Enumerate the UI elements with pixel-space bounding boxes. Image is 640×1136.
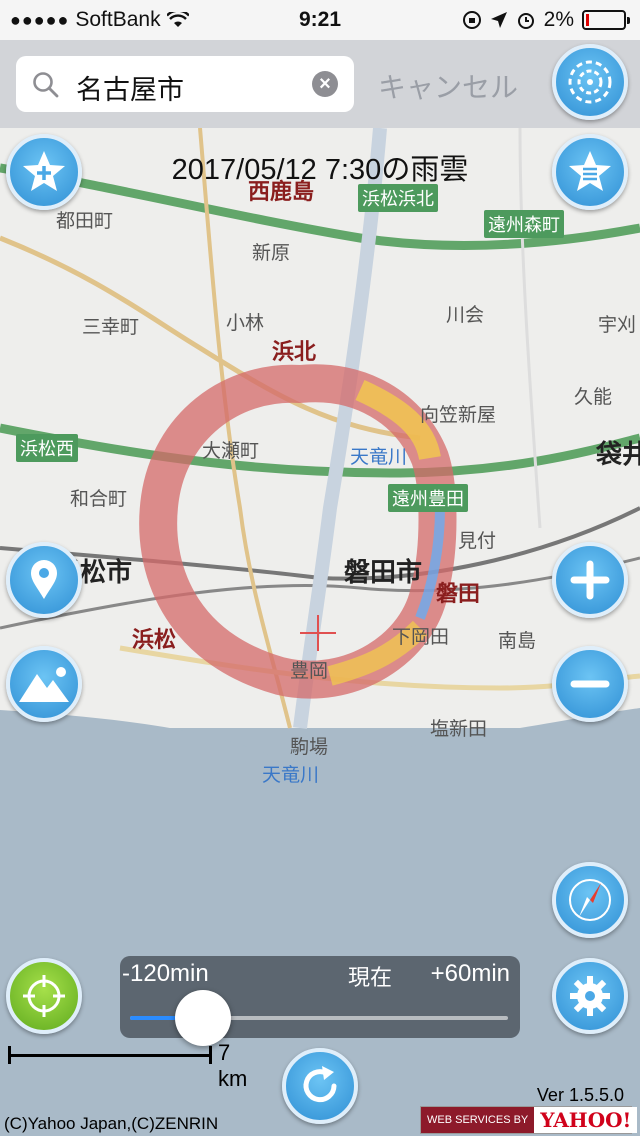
plus-icon <box>570 560 610 600</box>
map-label: 天竜川 <box>262 765 320 786</box>
version-label: Ver 1.5.5.0 <box>536 1085 624 1105</box>
search-bar: 名古屋市 × キャンセル <box>0 40 640 128</box>
map-label: 南島 <box>498 631 537 652</box>
zoom-in-button[interactable] <box>552 542 628 618</box>
star-plus-icon <box>23 151 65 191</box>
slider-min-label: -120min <box>122 960 209 987</box>
pin-icon <box>31 560 57 599</box>
yahoo-brand: YAHOO! <box>534 1107 638 1133</box>
map-label: 浜松西 <box>16 434 78 462</box>
alarm-icon <box>517 13 534 29</box>
minus-icon <box>570 680 610 688</box>
search-input[interactable]: 名古屋市 × <box>16 56 354 112</box>
location-weather-button[interactable] <box>6 542 82 618</box>
map-label: 駒場 <box>290 737 329 758</box>
clear-icon[interactable]: × <box>312 71 338 97</box>
map-label: 和合町 <box>70 489 128 510</box>
compass-icon <box>569 879 611 921</box>
map-label: 塩新田 <box>430 719 488 740</box>
map-label: 遠州豊田 <box>388 484 468 512</box>
current-location-button[interactable] <box>6 958 82 1034</box>
refresh-button[interactable] <box>282 1048 358 1124</box>
slider-thumb[interactable] <box>175 990 232 1046</box>
map-scale: 7 km <box>8 1040 258 1091</box>
add-favorite-button[interactable] <box>6 134 82 210</box>
zoom-out-button[interactable] <box>552 646 628 722</box>
map-label: 三幸町 <box>82 317 140 338</box>
map-label: 磐田 <box>436 581 481 606</box>
map-label: 新原 <box>252 243 291 264</box>
map-label: 袋井 <box>596 439 640 469</box>
map-label: 見付 <box>458 531 497 552</box>
map-title: 2017/05/12 7:30の雨雲 <box>171 154 469 186</box>
refresh-icon <box>303 1066 337 1103</box>
map-label: 浜松浜北 <box>358 184 438 212</box>
yahoo-logo[interactable]: WEB SERVICES BY YAHOO! <box>420 1106 638 1134</box>
map-label: 遠州森町 <box>484 210 564 238</box>
settings-button[interactable] <box>552 958 628 1034</box>
radar-icon <box>568 60 612 104</box>
status-right: 2% <box>462 8 630 32</box>
web-services-label: WEB SERVICES BY <box>421 1107 535 1133</box>
gear-icon <box>570 976 610 1016</box>
star-list-icon <box>569 151 611 191</box>
compass-button[interactable] <box>552 862 628 938</box>
scale-label: 7 km <box>218 1040 248 1091</box>
copyright-label: (C)Yahoo Japan,(C)ZENRIN <box>4 1114 219 1133</box>
cancel-button[interactable]: キャンセル <box>378 66 518 106</box>
search-icon <box>33 72 59 98</box>
map-label: 向笠新屋 <box>420 405 497 426</box>
map-label: 都田町 <box>56 211 114 232</box>
mountain-icon <box>19 667 69 702</box>
map-label: 宇刈 <box>598 315 637 336</box>
map-label: 川会 <box>446 305 485 326</box>
map-label: 大瀬町 <box>202 441 260 462</box>
slider-max-label: +60min <box>430 960 510 987</box>
map-label: 天竜川 <box>350 447 408 468</box>
favorites-list-button[interactable] <box>552 134 628 210</box>
battery-percent: 2% <box>543 8 574 31</box>
rotation-lock-icon <box>462 11 481 29</box>
map-label: 浜北 <box>272 339 317 364</box>
time-slider-panel: -120min 現在 +60min <box>120 956 520 1046</box>
map-label: 豊岡 <box>290 661 329 682</box>
map-label: 下岡田 <box>392 627 450 648</box>
mountain-view-button[interactable] <box>6 646 82 722</box>
map-label: 磐田市 <box>344 557 423 587</box>
location-icon <box>490 12 507 28</box>
slider-now-label: 現在 <box>348 965 393 990</box>
map-label: 浜松 <box>132 627 177 652</box>
map-label: 久能 <box>574 387 613 408</box>
search-value: 名古屋市 <box>76 75 184 105</box>
crosshair-icon <box>23 975 65 1017</box>
battery-icon <box>582 10 630 30</box>
status-bar: ●●●●● SoftBank 9:21 2% <box>0 0 640 40</box>
radar-button[interactable] <box>552 44 628 120</box>
map-label: 小林 <box>226 313 265 334</box>
